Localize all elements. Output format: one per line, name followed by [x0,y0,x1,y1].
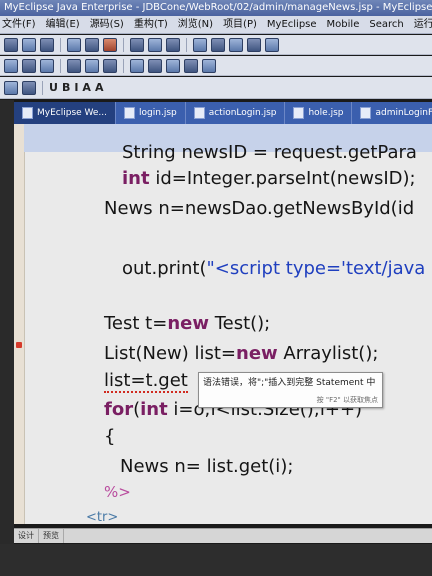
screen-bezel [0,544,432,576]
bold-icon[interactable] [4,58,18,73]
underline-button[interactable]: U [49,81,58,94]
toolbar-separator [60,37,61,52]
tooltip-message: 语法错误，将";"插入到完整 Statement 中 [203,378,376,388]
class-icon[interactable] [211,37,225,52]
tooltip-focus-hint: 按 "F2" 以获取焦点 [316,396,378,404]
align-left-icon[interactable] [67,58,81,73]
browser-icon[interactable] [148,37,162,52]
form-icon[interactable] [184,58,198,73]
code-line: Test t=new Test(); [104,313,271,334]
link-icon[interactable] [166,58,180,73]
list-icon[interactable] [202,58,216,73]
image-icon[interactable] [148,58,162,73]
code-line: int id=Integer.parseInt(newsID); [122,168,416,189]
menu-file[interactable]: 文件(F) [2,16,36,33]
save-icon[interactable] [22,37,36,52]
code-line: String newsID = request.getPara [122,142,417,163]
toolbar-separator [60,58,61,73]
font-shrink-button[interactable]: A [95,81,104,94]
menu-bar: 文件(F) 编辑(E) 源码(S) 重构(T) 浏览(N) 项目(P) MyEc… [0,16,432,34]
menu-run[interactable]: 运行(R) [414,16,432,33]
jsp-file-icon [124,107,136,119]
bold-button[interactable]: B [62,81,70,94]
tab-adminlogin[interactable]: adminLoginF [352,102,432,124]
tab-label: hole.jsp [308,108,344,118]
tab-label: MyEclipse We... [37,108,108,118]
code-line: { [104,426,116,447]
tab-hole-jsp[interactable]: hole.jsp [285,102,353,124]
code-line: %> [104,483,131,501]
tab-preview[interactable]: 预览 [39,529,64,543]
perspective-icon[interactable] [265,37,279,52]
code-line: <tr> [86,510,119,524]
jsp-file-icon [193,107,205,119]
align-right-icon[interactable] [103,58,117,73]
underline-icon[interactable] [40,58,54,73]
print-icon[interactable] [40,37,54,52]
menu-myeclipse[interactable]: MyEclipse [267,16,317,33]
menu-navigate[interactable]: 浏览(N) [178,16,213,33]
main-toolbar [0,35,432,55]
deploy-icon[interactable] [103,37,117,52]
code-editor[interactable]: String newsID = request.getPara int id=I… [14,124,432,524]
toolbar-separator [186,37,187,52]
open-type-icon[interactable] [247,37,261,52]
menu-source[interactable]: 源码(S) [90,16,124,33]
font-grow-button[interactable]: A [82,81,91,94]
editor-gutter [14,124,25,524]
tab-myeclipse-web[interactable]: MyEclipse We... [14,102,117,124]
editor-toolbar [0,56,432,76]
tab-actionlogin-jsp[interactable]: actionLogin.jsp [186,102,286,124]
interface-icon[interactable] [229,37,243,52]
error-tooltip: 语法错误，将";"插入到完整 Statement 中 按 "F2" 以获取焦点 [198,372,383,408]
menu-edit[interactable]: 编辑(E) [46,16,80,33]
debug-icon[interactable] [67,37,81,52]
code-line: List(New) list=new Arraylist(); [104,343,379,364]
jsp-file-icon [293,107,305,119]
align-center-icon[interactable] [85,58,99,73]
editor-tab-bar: MyEclipse We... login.jsp actionLogin.js… [14,102,432,124]
menu-refactor[interactable]: 重构(T) [134,16,168,33]
code-line: News n= list.get(i); [120,456,294,477]
menu-mobile[interactable]: Mobile [327,16,360,33]
tab-label: login.jsp [139,108,177,118]
tab-login-jsp[interactable]: login.jsp [116,102,186,124]
code-line: News n=newsDao.getNewsById(id [104,198,415,219]
menu-search[interactable]: Search [369,16,403,33]
package-icon[interactable] [193,37,207,52]
menu-project[interactable]: 项目(P) [223,16,257,33]
editor-mode-tabs: 设计 预览 [14,528,432,543]
toolbar-separator [123,37,124,52]
list-ordered-icon[interactable] [4,80,18,95]
server-icon[interactable] [130,37,144,52]
error-marker-icon[interactable] [16,342,22,348]
tab-design[interactable]: 设计 [14,529,39,543]
toolbar-separator [42,80,43,95]
jsp-file-icon [360,107,372,119]
italic-icon[interactable] [22,58,36,73]
tab-label: adminLoginF [375,108,432,118]
tab-label: actionLogin.jsp [208,108,277,118]
format-toolbar: U B I A A [0,77,432,99]
list-bullet-icon[interactable] [22,80,36,95]
screen-bezel [0,100,14,576]
search-icon[interactable] [166,37,180,52]
toolbar-separator [123,58,124,73]
code-line: out.print("<script type='text/java [122,258,426,279]
run-icon[interactable] [85,37,99,52]
table-icon[interactable] [130,58,144,73]
web-page-icon [22,107,33,119]
code-line-error: list=t.get [104,370,188,393]
new-icon[interactable] [4,37,18,52]
italic-button[interactable]: I [74,81,78,94]
window-title: MyEclipse Java Enterprise - JDBCone/WebR… [0,0,432,16]
